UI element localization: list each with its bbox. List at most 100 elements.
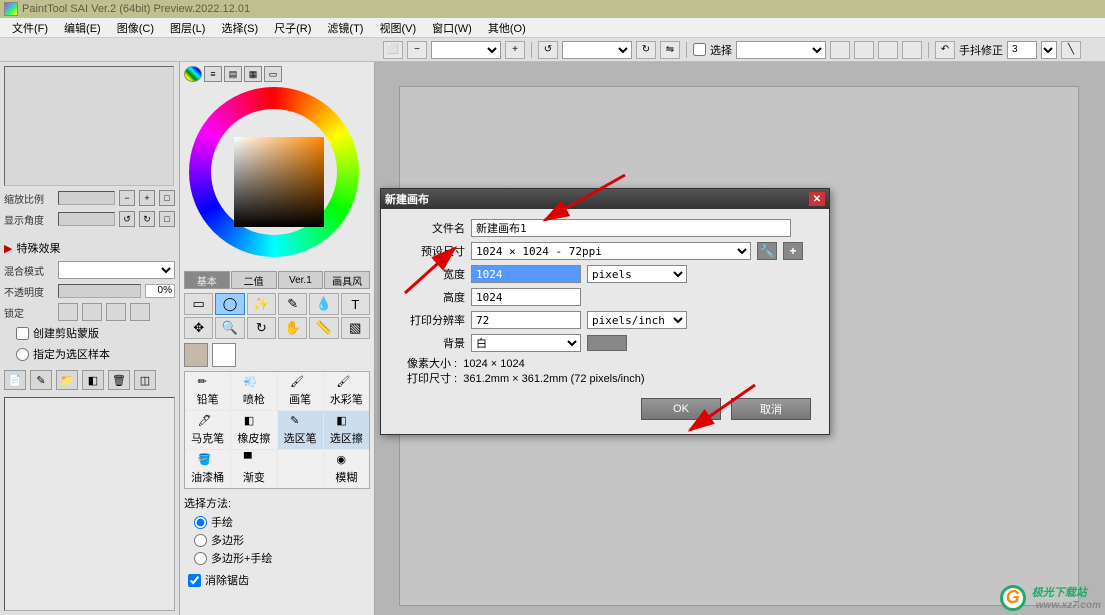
menu-other[interactable]: 其他(O) <box>480 18 534 38</box>
res-unit-select[interactable]: pixels/inch <box>587 311 687 329</box>
blend-mode-select[interactable] <box>58 261 175 279</box>
menu-ruler[interactable]: 尺子(R) <box>266 18 319 38</box>
tool-tab-tradit[interactable]: 画具风 <box>324 271 370 289</box>
rotate-select[interactable] <box>562 41 632 59</box>
sel-polyfree-radio[interactable] <box>194 552 207 565</box>
brush-brush[interactable]: 🖌画笔 <box>278 372 323 410</box>
tool-hand[interactable]: ✋ <box>278 317 307 339</box>
menu-edit[interactable]: 编辑(E) <box>56 18 109 38</box>
menu-layer[interactable]: 图层(L) <box>162 18 213 38</box>
wrench-icon[interactable]: 🔧 <box>757 242 777 260</box>
tool-tab-binary[interactable]: 二值 <box>231 271 277 289</box>
delete-layer-button[interactable]: 🗑 <box>108 370 130 390</box>
menu-filter[interactable]: 滤镜(T) <box>319 18 371 38</box>
layer-list[interactable] <box>4 397 175 611</box>
width-input[interactable] <box>471 265 581 283</box>
foreground-color[interactable] <box>184 343 208 367</box>
close-icon[interactable]: ✕ <box>809 192 825 206</box>
tool-tab-ver1[interactable]: Ver.1 <box>278 271 324 289</box>
angle-reset[interactable]: □ <box>159 211 175 227</box>
fx-label[interactable]: 特殊效果 <box>16 240 60 256</box>
tool-rotate[interactable]: ↻ <box>247 317 276 339</box>
color-history-mode[interactable]: ▭ <box>264 66 282 82</box>
zoom-fit-button[interactable]: ⬜ <box>383 41 403 59</box>
tool-eyedrop[interactable]: 💧 <box>309 293 338 315</box>
tool-perspective[interactable]: ▧ <box>341 317 370 339</box>
ok-button[interactable]: OK <box>641 398 721 420</box>
new-folder-button[interactable]: 📁 <box>56 370 78 390</box>
clip-mask-checkbox[interactable] <box>16 327 29 340</box>
brush-pencil[interactable]: ✏铅笔 <box>185 372 230 410</box>
zoom-reset[interactable]: □ <box>159 190 175 206</box>
sel-polygon-radio[interactable] <box>194 534 207 547</box>
menu-window[interactable]: 窗口(W) <box>424 18 480 38</box>
height-input[interactable] <box>471 288 581 306</box>
tool-lasso[interactable]: ◯ <box>215 293 244 315</box>
tool-ruler[interactable]: 📏 <box>309 317 338 339</box>
sel-freehand-radio[interactable] <box>194 516 207 529</box>
tool-text[interactable]: T <box>341 293 370 315</box>
stabilizer-dropdown[interactable] <box>1041 41 1057 59</box>
brush-eraser[interactable]: ◧橡皮擦 <box>231 411 276 449</box>
flip-h-button[interactable]: ⇋ <box>660 41 680 59</box>
navigator-thumbnail[interactable] <box>4 66 174 186</box>
preset-select[interactable]: 1024 × 1024 - 72ppi <box>471 242 751 260</box>
menu-image[interactable]: 图像(C) <box>109 18 162 38</box>
tb-btn-2[interactable] <box>854 41 874 59</box>
select-checkbox[interactable] <box>693 43 706 56</box>
brush-marker[interactable]: 🖊马克笔 <box>185 411 230 449</box>
cancel-button[interactable]: 取消 <box>731 398 811 420</box>
antialias-checkbox[interactable] <box>188 574 201 587</box>
zoom-minus[interactable]: − <box>119 190 135 206</box>
filename-input[interactable] <box>471 219 791 237</box>
tool-move[interactable]: ✥ <box>184 317 213 339</box>
zoom-select[interactable] <box>431 41 501 59</box>
color-grad-mode[interactable]: ▤ <box>224 66 242 82</box>
tool-wand[interactable]: ✨ <box>247 293 276 315</box>
zoom-in-button[interactable]: + <box>505 41 525 59</box>
size-unit-select[interactable]: pixels <box>587 265 687 283</box>
new-vector-layer-button[interactable]: ✎ <box>30 370 52 390</box>
zoom-slider[interactable] <box>58 191 115 205</box>
resolution-input[interactable] <box>471 311 581 329</box>
layer-mask-button[interactable]: ◧ <box>82 370 104 390</box>
color-swatch-mode[interactable]: ▦ <box>244 66 262 82</box>
color-bar-mode[interactable]: ≡ <box>204 66 222 82</box>
angle-cw[interactable]: ↻ <box>139 211 155 227</box>
clear-layer-button[interactable]: ◫ <box>134 370 156 390</box>
bg-swatch[interactable] <box>587 335 627 351</box>
tool-tab-basic[interactable]: 基本 <box>184 271 230 289</box>
menu-select[interactable]: 选择(S) <box>213 18 266 38</box>
angle-slider[interactable] <box>58 212 115 226</box>
undo-button[interactable]: ↶ <box>935 41 955 59</box>
tool-zoom[interactable]: 🔍 <box>215 317 244 339</box>
opacity-slider[interactable] <box>58 284 141 298</box>
color-square[interactable] <box>234 137 324 227</box>
zoom-plus[interactable]: + <box>139 190 155 206</box>
brush-bucket[interactable]: 🪣油漆桶 <box>185 450 230 488</box>
angle-ccw[interactable]: ↺ <box>119 211 135 227</box>
color-wheel-mode[interactable] <box>184 66 202 82</box>
brush-selerase[interactable]: ◧选区擦 <box>324 411 369 449</box>
tool-marquee[interactable]: ▭ <box>184 293 213 315</box>
stabilizer-value[interactable] <box>1007 41 1037 59</box>
tb-btn-1[interactable] <box>830 41 850 59</box>
plus-icon[interactable]: + <box>783 242 803 260</box>
tb-btn-4[interactable] <box>902 41 922 59</box>
brush-selpen[interactable]: ✎选区笔 <box>278 411 323 449</box>
brush-watercolor[interactable]: 🖌水彩笔 <box>324 372 369 410</box>
background-color[interactable] <box>212 343 236 367</box>
menu-view[interactable]: 视图(V) <box>371 18 424 38</box>
zoom-out-button[interactable]: − <box>407 41 427 59</box>
bg-select[interactable]: 白 <box>471 334 581 352</box>
new-layer-button[interactable]: 📄 <box>4 370 26 390</box>
rotate-ccw-button[interactable]: ↺ <box>538 41 558 59</box>
menu-file[interactable]: 文件(F) <box>4 18 56 38</box>
lock-pixels[interactable] <box>82 303 102 321</box>
sel-sample-radio[interactable] <box>16 348 29 361</box>
brush-blur[interactable]: ◉模糊 <box>324 450 369 488</box>
lock-position[interactable] <box>106 303 126 321</box>
brush-airbrush[interactable]: 💨喷枪 <box>231 372 276 410</box>
select-dropdown[interactable] <box>736 41 826 59</box>
brush-gradient[interactable]: ▀渐变 <box>231 450 276 488</box>
